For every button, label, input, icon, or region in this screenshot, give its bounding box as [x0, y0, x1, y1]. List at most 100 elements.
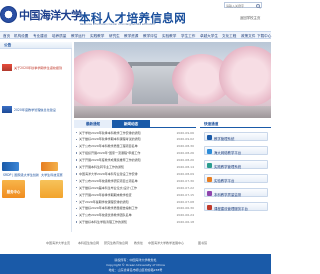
news-item[interactable]: 关于2020年暑期学校课程安排的通知 2020-07-08: [76, 199, 196, 205]
news-item-title[interactable]: 关于开展2020年度教学成果奖推荐工作的通知: [79, 158, 171, 162]
nav-item-culture[interactable]: 文化工程: [222, 34, 236, 39]
news-item[interactable]: 关于做好2020年秋季学期本科课程考试的通知 2020-09-02: [76, 137, 196, 143]
tab-latest-notices[interactable]: 最新通知: [74, 120, 112, 128]
platform-icon: [207, 148, 212, 154]
quick-link-lab-platform[interactable]: 实验教学平台: [204, 174, 268, 183]
nav-item-quality[interactable]: 培养质量: [52, 34, 66, 39]
nav-item-operation[interactable]: 教学运行: [71, 34, 85, 39]
bullet-icon: [76, 186, 78, 189]
bullet-icon: [76, 214, 78, 216]
nav-item-graduate[interactable]: 研究生: [109, 34, 120, 39]
news-item-title[interactable]: 关于组织开展2020年"国家一流课程"申报工作: [79, 151, 171, 155]
news-item-date: 2020-07-30: [176, 178, 194, 183]
nav-item-practice[interactable]: 实践教学: [90, 34, 104, 39]
srdp-banner[interactable]: [2, 162, 19, 171]
footer-copyright: 版权所有：中国海洋大学教务处: [114, 258, 157, 262]
notice-link-2[interactable]: 2020年度教学管理信息化建设: [14, 107, 56, 112]
news-item[interactable]: 关于学校2020年秋季本科教学工作安排的通知 2020-09-06: [76, 130, 196, 136]
notice-thumbnail-icon: [2, 64, 12, 71]
nav-item-excellence[interactable]: 卓越大学生: [200, 34, 218, 39]
news-item-title[interactable]: 关于开展2020年春季学期期末教学检查: [79, 193, 171, 197]
notice-panel-header: 公告: [0, 42, 72, 49]
news-item-date: 2020-09-02: [176, 137, 194, 142]
footer-link-3[interactable]: 研究生教育信息网: [104, 241, 128, 245]
news-item-title[interactable]: 关于学校2020年秋季本科教学工作安排的通知: [79, 131, 171, 135]
university-logo[interactable]: 中国海洋大学: [0, 6, 82, 30]
news-item[interactable]: 中国海洋大学2020年本科专业建设工作安排 2020-08-09: [76, 171, 196, 177]
news-item-title[interactable]: 关于公布2020年校级教学研究项目立项名单: [79, 179, 171, 183]
footer-link-6[interactable]: 图书馆: [198, 241, 207, 245]
news-item-title[interactable]: 关于做好2020年本科教学质量报告编制工作: [79, 206, 171, 210]
news-item-date: 2020-08-26: [176, 151, 194, 156]
nav-item-home[interactable]: 首页: [3, 34, 10, 39]
news-item-title[interactable]: 中国海洋大学2020年本科专业建设工作安排: [79, 172, 171, 176]
news-item-title[interactable]: 关于做好本科生学籍清理工作的通知: [79, 220, 171, 224]
footer-link-4[interactable]: 教务处: [134, 241, 143, 245]
news-item[interactable]: 关于公布2020年校级教学研究项目立项名单 2020-07-30: [76, 178, 196, 184]
news-item[interactable]: 关于做好2020届本科生毕业论文(设计)工作 2020-07-22: [76, 185, 196, 191]
news-item-title[interactable]: 关于开展本科生转专业工作的通知: [79, 165, 171, 169]
news-item-date: 2020-08-14: [176, 165, 194, 170]
nav-item-lab[interactable]: 实验教学: [162, 34, 176, 39]
school-homepage-link[interactable]: 返回学校主页: [240, 15, 260, 20]
friend-links: 中国海洋大学主页 本科招生信息网 研究生教育信息网 教务处 中国海洋大学教学发展…: [0, 240, 271, 246]
nav-item-students[interactable]: 学生工作: [181, 34, 195, 39]
campus-photo: [74, 42, 271, 118]
nav-item-downloads[interactable]: 下载中心: [257, 34, 271, 39]
news-item[interactable]: 关于组织开展2020年"国家一流课程"申报工作 2020-08-26: [76, 151, 196, 157]
search-box: [224, 2, 262, 8]
quick-link-quality-monitor[interactable]: 本科教学质量监测: [204, 188, 268, 197]
nav-item-resources[interactable]: 教学资源: [124, 34, 138, 39]
news-item[interactable]: 关于公布2020年本科教学质量工程项目名单 2020-08-30: [76, 144, 196, 150]
campus-pavement: [74, 106, 271, 118]
notice-panel-title: 公告: [4, 43, 12, 48]
search-input[interactable]: [225, 3, 257, 8]
news-item-title[interactable]: 关于2020年暑期学校课程安排的通知: [79, 200, 171, 204]
news-item[interactable]: 关于开展2020年春季学期期末教学检查 2020-07-15: [76, 192, 196, 198]
news-item-date: 2020-06-24: [176, 213, 194, 218]
news-item[interactable]: 关于做好2020年本科教学质量报告编制工作 2020-06-30: [76, 206, 196, 212]
footer-link-2[interactable]: 本科招生信息网: [78, 241, 99, 245]
quick-link-course-platform[interactable]: 课程建设管理服务平台: [204, 202, 268, 211]
service-banner-2[interactable]: [40, 180, 63, 198]
news-item-title[interactable]: 关于做好2020年秋季学期本科课程考试的通知: [79, 137, 171, 141]
news-item[interactable]: 关于开展2020年度教学成果奖推荐工作的通知 2020-08-20: [76, 158, 196, 164]
quick-links-title: 快速通道: [204, 122, 219, 126]
quick-links-panel: 快速通道 教学管理系统 海大网络教学平台 实践教学管理系统 实验教学平台 本科教…: [200, 120, 271, 228]
news-item[interactable]: 关于公布2020年校级优秀教学团队名单 2020-06-24: [76, 213, 196, 219]
nav-item-evaluation[interactable]: 教学评估: [143, 34, 157, 39]
cherry-tree-right: [219, 46, 271, 106]
nav-item-policy[interactable]: 政策文件: [241, 34, 255, 39]
news-item-title[interactable]: 关于公布2020年校级优秀教学团队名单: [79, 213, 171, 217]
notice-link-1[interactable]: 关于2020年秋季学期学生返校报到: [14, 65, 62, 70]
news-item[interactable]: 关于开展本科生转专业工作的通知 2020-08-14: [76, 165, 196, 171]
site-subtitle: Resource Information Center of Undergrad…: [80, 23, 155, 26]
quick-link-label: 实践教学管理系统: [214, 164, 242, 169]
tab-news[interactable]: 新闻动态: [112, 120, 150, 128]
news-item[interactable]: 关于做好本科生学籍清理工作的通知 2020-06-18: [76, 220, 196, 226]
footer-address: 地址：山东省青岛市崂山区松岭路238号: [108, 268, 163, 272]
competition-banner[interactable]: [41, 162, 58, 171]
quick-link-practice-system[interactable]: 实践教学管理系统: [204, 160, 268, 169]
left-sidebar: 公告 关于2020年秋季学期学生返校报到 2020年度教学管理信息化建设 SRD…: [0, 42, 72, 232]
search-icon[interactable]: [256, 3, 260, 8]
quick-link-teaching-system[interactable]: 教学管理系统: [204, 132, 268, 141]
news-item-date: 2020-08-20: [176, 158, 194, 163]
nav-item-majors[interactable]: 专业建设: [33, 34, 47, 39]
campus-building: [132, 66, 178, 104]
bullet-icon: [76, 131, 78, 134]
news-item-title[interactable]: 关于公布2020年本科教学质量工程项目名单: [79, 144, 171, 148]
footer-link-5[interactable]: 中国海洋大学教学发展中心: [148, 241, 184, 245]
bullet-icon: [76, 138, 78, 141]
service-center-label: 服务中心: [6, 190, 21, 194]
quick-link-online-platform[interactable]: 海大网络教学平台: [204, 146, 268, 155]
service-center-banner[interactable]: 服务中心: [2, 180, 25, 198]
nav-item-organization[interactable]: 机构设置: [14, 34, 28, 39]
main-nav: 首页 机构设置 专业建设 培养质量 教学运行 实践教学 研究生 教学资源 教学评…: [0, 31, 271, 39]
footer-link-1[interactable]: 中国海洋大学主页: [46, 241, 70, 245]
news-item-title[interactable]: 关于做好2020届本科生毕业论文(设计)工作: [79, 186, 171, 190]
bullet-icon: [76, 159, 78, 161]
notice-link-4[interactable]: 大学生科技竞赛: [41, 172, 63, 177]
notice-link-3[interactable]: SRDP | 国家级大学生创新: [3, 172, 39, 177]
quick-links-header: 快速通道: [200, 120, 271, 128]
